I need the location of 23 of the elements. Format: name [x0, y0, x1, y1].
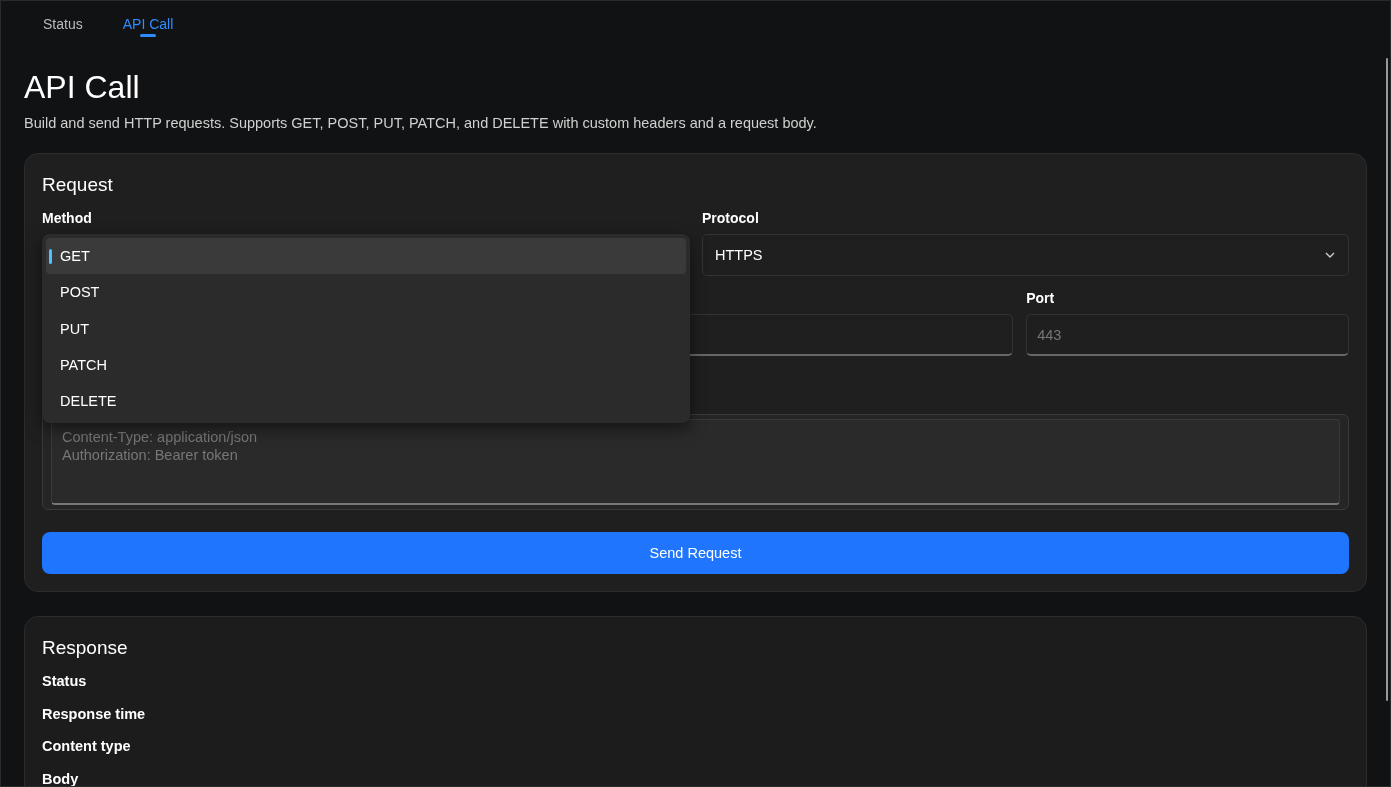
field-label: Method — [42, 210, 93, 226]
field-label: Body — [42, 770, 79, 786]
tab[interactable]: API Call — [102, 1, 194, 37]
protocol-select[interactable]: HTTPS — [702, 234, 1349, 276]
dropdown-option[interactable]: GET — [46, 238, 686, 274]
card-title: Request — [42, 174, 114, 196]
field-label: Protocol — [702, 210, 760, 226]
dropdown-option[interactable]: PUT — [46, 310, 686, 347]
tab[interactable]: Status — [23, 1, 103, 37]
field-label: Status — [42, 673, 87, 691]
headers-field[interactable]: Content-Type: application/json Authorization: Bearer token — [42, 414, 1349, 510]
dropdown-option[interactable]: POST — [46, 274, 686, 311]
send-request-button[interactable]: Send Request — [42, 532, 1349, 574]
port-field[interactable]: 443 — [1026, 314, 1349, 356]
page-description: Build and send HTTP requests. Supports GET, POST, PUT, PATCH, and DELETE with custom headers and a request body. — [24, 115, 818, 131]
field-label: Response time — [42, 705, 146, 724]
card-title: Response — [42, 637, 129, 659]
field-label: Port — [1026, 290, 1056, 306]
field-label: Content type — [42, 738, 131, 756]
scrollbar-thumb[interactable] — [1386, 58, 1388, 701]
dropdown-option[interactable]: PATCH — [46, 346, 686, 383]
page-title: API Call — [24, 68, 141, 107]
chevron-down-icon — [1324, 251, 1336, 259]
